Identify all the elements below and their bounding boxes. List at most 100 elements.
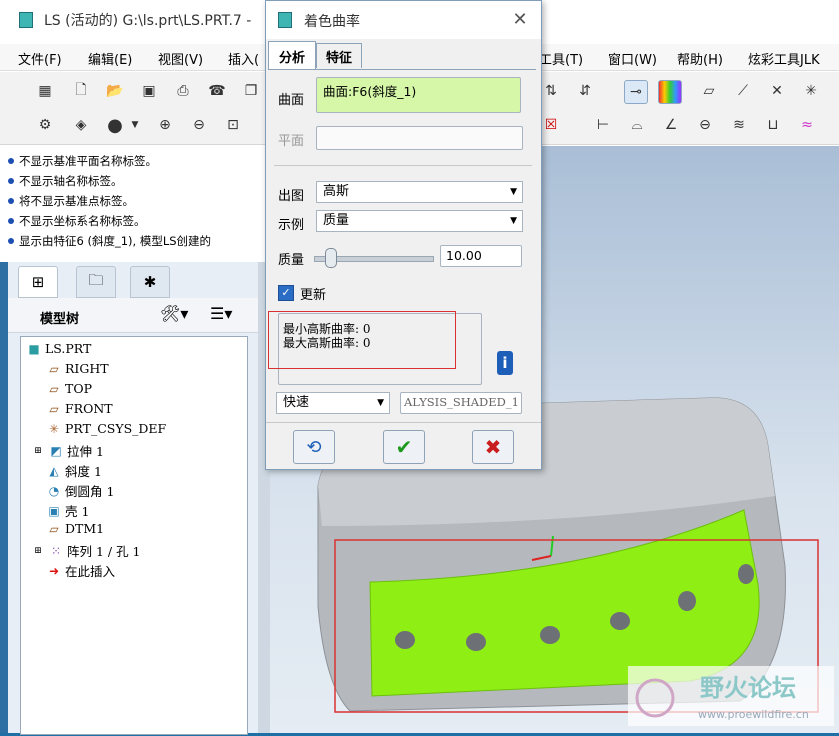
- quality-input[interactable]: 10.00: [440, 245, 522, 267]
- dialog-title-bar: 着色曲率 ✕: [266, 1, 541, 39]
- measure-distance-icon[interactable]: ⊢: [592, 114, 614, 136]
- extrude-icon: ◩: [50, 443, 62, 458]
- menu-edit[interactable]: 编辑(E): [88, 49, 132, 68]
- zoom-in-icon[interactable]: ⊕: [154, 114, 176, 136]
- measure-area-icon[interactable]: ⌓: [626, 114, 648, 136]
- tree-item[interactable]: ▱ RIGHT: [47, 361, 108, 376]
- regen-icon[interactable]: ▦: [34, 80, 56, 102]
- tree-columns-icon[interactable]: ☰▾: [210, 304, 232, 323]
- regenerate-icon[interactable]: ⇅: [540, 80, 562, 102]
- shaded-curvature-dialog: 着色曲率 ✕ 分析 特征 曲面 曲面:F6(斜度_1) 平面 出图 高斯 ▼ 示例…: [265, 0, 542, 470]
- plane-label: 平面: [278, 134, 305, 149]
- update-checkbox[interactable]: ✓: [278, 285, 294, 301]
- color-map-icon[interactable]: [658, 80, 682, 104]
- csys-display-icon[interactable]: ✳: [800, 80, 822, 102]
- info-icon[interactable]: i: [497, 351, 513, 375]
- settings-icon[interactable]: ⚙: [34, 114, 56, 136]
- curvature-icon[interactable]: ≋: [728, 114, 750, 136]
- quality-slider-thumb[interactable]: [324, 248, 337, 268]
- refresh-icon: ⟲: [306, 436, 322, 458]
- send-mail-icon[interactable]: ☎: [206, 80, 228, 102]
- measure-diameter-icon[interactable]: ⊖: [694, 114, 716, 136]
- repaint-icon[interactable]: ◈: [70, 114, 92, 136]
- analysis-name-field[interactable]: ALYSIS_SHADED_1: [400, 392, 522, 414]
- desktop-edge: [0, 262, 8, 733]
- chevron-down-icon: ▼: [510, 216, 517, 226]
- tree-settings-icon[interactable]: 🛠▾: [160, 304, 188, 323]
- save-icon[interactable]: ▣: [138, 80, 160, 102]
- tree-item[interactable]: ◭ 斜度 1: [47, 461, 102, 480]
- mode-select[interactable]: 快速 ▼: [276, 392, 390, 414]
- tree-item[interactable]: ⊞ ⁙ 阵列 1 / 孔 1: [31, 541, 140, 560]
- tree-item[interactable]: ▱ TOP: [47, 381, 92, 396]
- print-icon[interactable]: ⎙: [172, 80, 194, 102]
- watermark-name: 野火论坛: [700, 674, 796, 702]
- datum-plane-icon: ▱: [49, 381, 59, 396]
- menu-view[interactable]: 视图(V): [158, 49, 203, 68]
- csys-icon: ✳: [48, 421, 60, 436]
- update-label: 更新: [300, 288, 327, 303]
- point-display-icon[interactable]: ✕: [766, 80, 788, 102]
- menu-file[interactable]: 文件(F): [18, 49, 62, 68]
- shading-sphere-icon[interactable]: ●: [104, 114, 126, 136]
- close-icon[interactable]: ✕: [510, 10, 530, 30]
- model-tree-tab[interactable]: ⊞: [18, 266, 58, 298]
- new-file-icon[interactable]: 🗋: [70, 80, 92, 102]
- watermark-url: www.proewildfire.cn: [698, 708, 809, 721]
- datum-display-icon[interactable]: ⊸: [624, 80, 648, 104]
- chevron-down-icon: ▼: [510, 187, 517, 197]
- shell-icon: ▣: [48, 503, 60, 518]
- draft-icon: ◭: [49, 463, 59, 478]
- insert-arrow-icon: ➜: [48, 563, 60, 578]
- refit-icon[interactable]: ⊡: [222, 114, 244, 136]
- tree-item[interactable]: ➜ 在此插入: [47, 561, 115, 580]
- copy-icon[interactable]: ❐: [240, 80, 262, 102]
- cancel-button[interactable]: ✖: [472, 430, 514, 464]
- example-label: 示例: [278, 218, 305, 233]
- pattern-icon: ⁙: [50, 543, 62, 558]
- menu-tools[interactable]: 工具(T): [539, 49, 583, 68]
- repeat-analysis-button[interactable]: ⟲: [293, 430, 335, 464]
- tree-item[interactable]: ▣ 壳 1: [47, 501, 89, 520]
- menu-help[interactable]: 帮助(H): [677, 49, 723, 68]
- tab-analysis[interactable]: 分析: [268, 41, 316, 70]
- message-line: 不显示轴名称标签。: [8, 173, 123, 189]
- menu-window[interactable]: 窗口(W): [608, 49, 657, 68]
- section-icon[interactable]: ⊔: [762, 114, 784, 136]
- tree-item[interactable]: ⊞ ◩ 拉伸 1: [31, 441, 104, 460]
- tree-item[interactable]: ▱ FRONT: [47, 401, 112, 416]
- plane-display-icon[interactable]: ▱: [698, 80, 720, 102]
- plane-collector[interactable]: [316, 126, 523, 150]
- message-line: 显示由特征6 (斜度_1), 模型LS创建的: [8, 233, 211, 249]
- zoom-out-icon[interactable]: ⊖: [188, 114, 210, 136]
- open-folder-icon[interactable]: 📂: [104, 80, 126, 102]
- datum-plane-icon: ▱: [49, 521, 59, 536]
- regen-manager-icon[interactable]: ⇵: [574, 80, 596, 102]
- close-window-icon[interactable]: ☒: [540, 114, 562, 136]
- surface-collector[interactable]: 曲面:F6(斜度_1): [316, 77, 521, 113]
- tree-item[interactable]: ▱ DTM1: [47, 521, 104, 536]
- example-select[interactable]: 质量 ▼: [316, 210, 523, 232]
- part-icon: ■: [28, 341, 40, 356]
- tree-item-root[interactable]: ■ LS.PRT: [27, 341, 91, 356]
- quality-label: 质量: [278, 253, 305, 268]
- model-tree-header: 模型树 🛠▾ ☰▾: [8, 298, 260, 333]
- menu-insert[interactable]: 插入(: [228, 49, 259, 68]
- favorites-tab[interactable]: ✱: [130, 266, 170, 298]
- model-tree: ■ LS.PRT ▱ RIGHT ▱ TOP ▱ FRONT ✳ PRT_CSYS_DEF…: [20, 336, 248, 735]
- offset-icon[interactable]: ≈: [796, 114, 818, 136]
- annotation-box: [268, 311, 456, 369]
- chevron-down-icon[interactable]: ▼: [128, 114, 142, 136]
- surface-label: 曲面: [278, 93, 305, 108]
- hole: [678, 591, 696, 611]
- ok-button[interactable]: ✔: [383, 430, 425, 464]
- menu-color-tools[interactable]: 炫彩工具JLK: [748, 49, 820, 68]
- tree-item[interactable]: ◔ 倒圆角 1: [47, 481, 115, 500]
- output-select[interactable]: 高斯 ▼: [316, 181, 523, 203]
- folder-browser-tab[interactable]: 🗀: [76, 266, 116, 298]
- message-line: 将不显示基准点标签。: [8, 193, 134, 209]
- measure-angle-icon[interactable]: ∠: [660, 114, 682, 136]
- axis-display-icon[interactable]: ⟋: [732, 80, 754, 102]
- tree-item[interactable]: ✳ PRT_CSYS_DEF: [47, 421, 166, 436]
- tab-feature[interactable]: 特征: [316, 43, 362, 68]
